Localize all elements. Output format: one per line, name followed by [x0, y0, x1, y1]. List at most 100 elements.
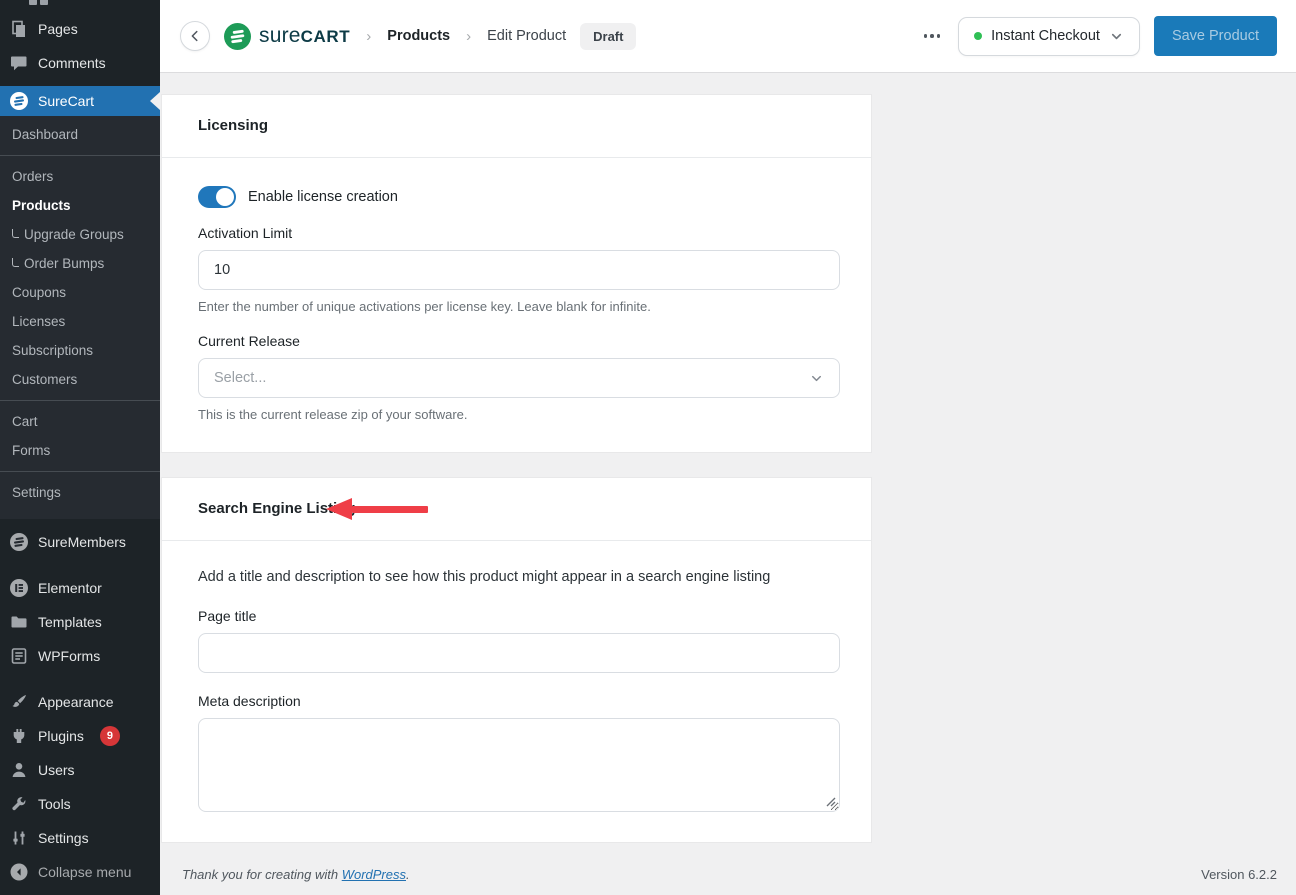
surecart-brand: sureCART [224, 22, 351, 50]
pages-icon [12, 20, 25, 37]
seo-card-header: Search Engine Listing [162, 478, 871, 541]
license-toggle[interactable] [198, 186, 236, 208]
content-area: Licensing Enable license creation Activa… [160, 73, 1296, 895]
divider [0, 400, 160, 401]
back-button[interactable] [180, 21, 210, 51]
sidebar-item-elementor[interactable]: Elementor [0, 571, 160, 605]
sidebar-item-pages[interactable]: Pages [0, 12, 160, 46]
meta-description-textarea[interactable] [198, 718, 840, 812]
surecart-icon [10, 92, 28, 110]
surecart-submenu: Dashboard Orders Products Upgrade Groups… [0, 116, 160, 519]
brand-wordmark: sureCART [259, 24, 351, 47]
current-release-select[interactable]: Select... [198, 358, 840, 398]
version-text: Version 6.2.2 [1201, 867, 1277, 882]
admin-sidebar: Pages Comments SureCart Dashboard Orders… [0, 0, 160, 895]
page-title-label: Page title [198, 608, 257, 624]
plugins-update-badge: 9 [99, 726, 120, 746]
enable-license-toggle-row[interactable]: Enable license creation [198, 186, 835, 208]
sidebar-item-plugins[interactable]: Plugins 9 [0, 719, 160, 753]
licensing-card-header: Licensing [162, 95, 871, 158]
instant-checkout-dropdown[interactable]: Instant Checkout [958, 16, 1140, 56]
submenu-item-forms[interactable]: Forms [0, 436, 160, 465]
submenu-item-subscriptions[interactable]: Subscriptions [0, 336, 160, 365]
main-area: sureCART › Products › Edit Product Draft… [160, 0, 1296, 895]
sidebar-item-label: Settings [38, 830, 89, 846]
surecart-logo-icon [224, 22, 251, 50]
sidebar-item-label: Templates [38, 614, 102, 630]
sidebar-item-label: Pages [38, 21, 78, 37]
sidebar-item-wpforms[interactable]: WPForms [0, 639, 160, 673]
comments-icon [11, 56, 27, 71]
sidebar-item-label: Appearance [38, 694, 114, 710]
breadcrumb-products[interactable]: Products [387, 28, 450, 44]
sidebar-item-label: Users [38, 762, 75, 778]
users-icon [12, 763, 26, 777]
elementor-icon [10, 579, 28, 597]
sidebar-item-label: SureMembers [38, 534, 126, 550]
settings-sliders-icon [13, 831, 25, 845]
sidebar-item-label: Plugins [38, 728, 84, 744]
breadcrumb-chevron: › [366, 27, 372, 45]
select-placeholder: Select... [214, 370, 267, 386]
sidebar-item-label: Tools [38, 796, 71, 812]
wpforms-icon [11, 648, 27, 664]
sidebar-item-tools[interactable]: Tools [0, 787, 160, 821]
collapse-arrow-icon [10, 863, 28, 881]
sidebar-item-users[interactable]: Users [0, 753, 160, 787]
current-release-label: Current Release [198, 333, 300, 349]
suremembers-icon [10, 533, 28, 551]
admin-footer: Thank you for creating with WordPress. V… [160, 842, 1296, 895]
tools-icon [12, 797, 26, 811]
breadcrumb-edit-product: Edit Product [487, 28, 567, 44]
sidebar-item-comments[interactable]: Comments [0, 46, 160, 80]
child-item-icon [12, 258, 19, 267]
licensing-card-body: Enable license creation Activation Limit… [162, 158, 871, 452]
licensing-title: Licensing [198, 117, 269, 134]
breadcrumb-chevron: › [466, 27, 472, 45]
footer-thanks-text: Thank you for creating with WordPress. [182, 867, 410, 882]
sidebar-item-suremembers[interactable]: SureMembers [0, 525, 160, 559]
divider [0, 471, 160, 472]
activation-limit-input[interactable] [198, 250, 840, 290]
submenu-item-products[interactable]: Products [0, 191, 160, 220]
status-badge: Draft [580, 22, 637, 50]
submenu-item-orders[interactable]: Orders [0, 162, 160, 191]
submenu-item-cart[interactable]: Cart [0, 407, 160, 436]
submenu-item-customers[interactable]: Customers [0, 365, 160, 394]
instant-checkout-label: Instant Checkout [991, 28, 1100, 44]
sidebar-item-label: SureCart [38, 93, 95, 109]
status-dot-icon [974, 32, 983, 40]
toggle-knob [216, 188, 234, 206]
sidebar-item-label: Elementor [38, 580, 102, 596]
wordpress-link[interactable]: WordPress [342, 867, 406, 882]
page-title-input[interactable] [198, 633, 840, 673]
collapse-menu-button[interactable]: Collapse menu [0, 855, 160, 889]
submenu-item-coupons[interactable]: Coupons [0, 278, 160, 307]
submenu-item-upgrade-groups[interactable]: Upgrade Groups [0, 220, 160, 249]
seo-card-body: Add a title and description to see how t… [162, 541, 871, 842]
chevron-down-icon [812, 375, 821, 381]
current-menu-arrow [150, 92, 160, 110]
activation-limit-help: Enter the number of unique activations p… [198, 299, 651, 314]
activation-limit-label: Activation Limit [198, 225, 293, 241]
save-product-button[interactable]: Save Product [1153, 16, 1277, 56]
submenu-item-licenses[interactable]: Licenses [0, 307, 160, 336]
meta-description-label: Meta description [198, 693, 301, 709]
licensing-card: Licensing Enable license creation Activa… [162, 95, 871, 452]
seo-description: Add a title and description to see how t… [198, 569, 771, 585]
sidebar-item-surecart[interactable]: SureCart [0, 86, 160, 116]
product-header-bar: sureCART › Products › Edit Product Draft… [160, 0, 1296, 73]
plugins-icon [13, 729, 25, 743]
appearance-icon [12, 695, 26, 707]
sidebar-item-appearance[interactable]: Appearance [0, 685, 160, 719]
sidebar-item-settings[interactable]: Settings [0, 821, 160, 855]
templates-icon [11, 616, 27, 628]
sidebar-item-label: Comments [38, 55, 106, 71]
toggle-label: Enable license creation [248, 189, 398, 205]
submenu-item-order-bumps[interactable]: Order Bumps [0, 249, 160, 278]
submenu-item-dashboard[interactable]: Dashboard [0, 120, 160, 149]
submenu-item-settings[interactable]: Settings [0, 478, 160, 507]
seo-card: Search Engine Listing Add a title and de… [162, 478, 871, 842]
more-menu-button[interactable] [920, 28, 945, 44]
sidebar-item-templates[interactable]: Templates [0, 605, 160, 639]
